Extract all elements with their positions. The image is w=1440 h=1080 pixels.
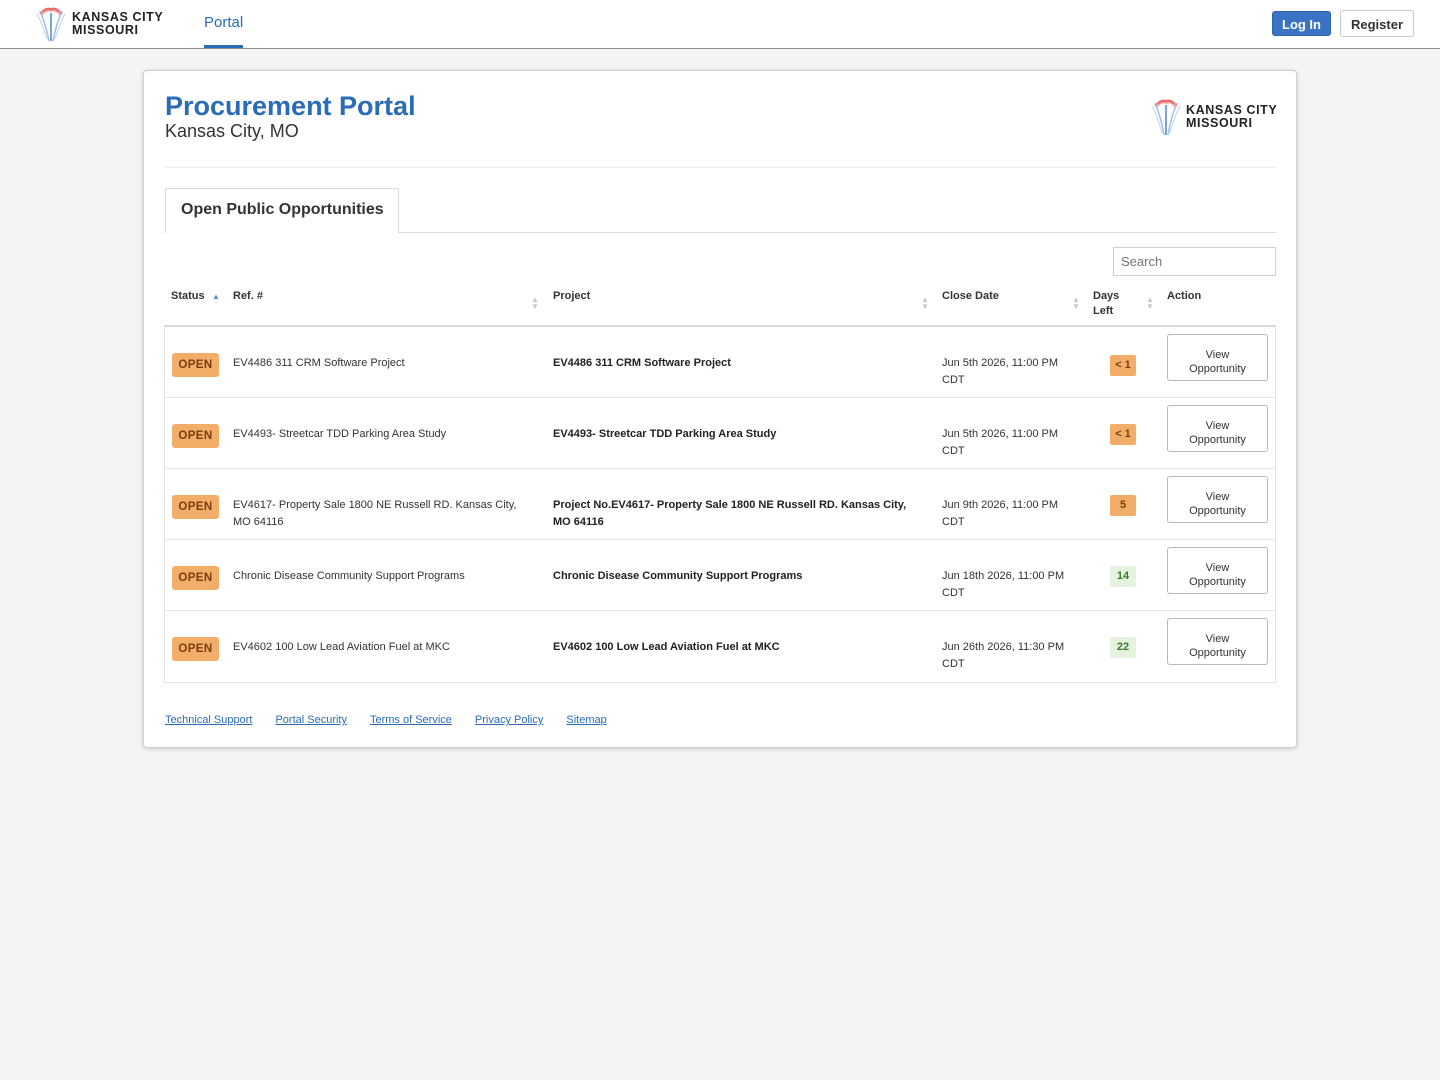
ref-number: EV4602 100 Low Lead Aviation Fuel at MKC	[233, 641, 450, 653]
table-row: OPEN EV4486 311 CRM Software Project EV4…	[165, 327, 1275, 398]
close-date-line2: CDT	[942, 445, 965, 457]
header-divider	[165, 167, 1276, 168]
button-line2: Opportunity	[1189, 646, 1246, 659]
procurement-card: Procurement Portal Kansas City, MO KANSA…	[143, 70, 1297, 748]
view-opportunity-button[interactable]: View Opportunity	[1167, 405, 1268, 452]
footer-link-sitemap[interactable]: Sitemap	[566, 714, 606, 726]
close-date: Jun 9th 2026, 11:00 PM CDT	[942, 497, 1092, 531]
brand-logo[interactable]: KANSAS CITY MISSOURI	[36, 5, 163, 43]
days-left-badge: 14	[1110, 566, 1136, 587]
button-line2: Opportunity	[1189, 362, 1246, 375]
opportunities-table: Status ▲ Ref. # ▲ ▼ Project ▲ ▼ Close Date…	[164, 281, 1276, 683]
close-date-line2: CDT	[942, 516, 965, 528]
close-date-line1: Jun 5th 2026, 11:00 PM	[942, 428, 1058, 440]
button-line1: View	[1205, 632, 1230, 645]
days-left-line2: Left	[1093, 305, 1114, 317]
tab-open-public-opportunities[interactable]: Open Public Opportunities	[165, 188, 399, 233]
footer-links: Technical Support Portal Security Terms …	[165, 714, 607, 726]
logo-line2: MISSOURI	[1186, 116, 1253, 130]
project-name: Chronic Disease Community Support Progra…	[553, 570, 803, 582]
column-header-action: Action	[1167, 290, 1202, 302]
close-date-line2: CDT	[942, 374, 965, 386]
brand-line2: MISSOURI	[72, 23, 139, 37]
page-title: Procurement Portal	[165, 91, 416, 121]
footer-link-portal-security[interactable]: Portal Security	[275, 714, 347, 726]
login-button[interactable]: Log In	[1272, 11, 1331, 36]
sort-both-icon[interactable]: ▲ ▼	[1072, 296, 1080, 311]
close-date-line2: CDT	[942, 587, 965, 599]
ref-number: EV4486 311 CRM Software Project	[233, 357, 405, 369]
days-left-badge: 5	[1110, 495, 1136, 516]
close-date-line1: Jun 26th 2026, 11:30 PM	[942, 641, 1065, 653]
search-input[interactable]	[1113, 247, 1276, 276]
fountain-logo-icon	[1151, 99, 1181, 136]
close-date: Jun 5th 2026, 11:00 PM CDT	[942, 355, 1092, 389]
fountain-logo-icon	[36, 7, 66, 42]
footer-link-technical-support[interactable]: Technical Support	[165, 714, 252, 726]
column-header-days-left[interactable]: Days Left	[1093, 289, 1119, 319]
button-line2: Opportunity	[1189, 433, 1246, 446]
status-badge: OPEN	[172, 495, 219, 519]
project-name: EV4486 311 CRM Software Project	[553, 357, 731, 369]
close-date: Jun 5th 2026, 11:00 PM CDT	[942, 426, 1092, 460]
days-left-badge: 22	[1110, 637, 1136, 658]
tab-underline	[399, 232, 1276, 233]
register-button[interactable]: Register	[1340, 10, 1414, 37]
button-line2: Opportunity	[1189, 504, 1246, 517]
sort-both-icon[interactable]: ▲ ▼	[921, 296, 929, 311]
table-header: Status ▲ Ref. # ▲ ▼ Project ▲ ▼ Close Date…	[164, 281, 1276, 327]
page-subtitle: Kansas City, MO	[165, 121, 299, 141]
status-badge: OPEN	[172, 424, 219, 448]
close-date-line1: Jun 18th 2026, 11:00 PM	[942, 570, 1065, 582]
view-opportunity-button[interactable]: View Opportunity	[1167, 547, 1268, 594]
footer-link-privacy-policy[interactable]: Privacy Policy	[475, 714, 543, 726]
view-opportunity-button[interactable]: View Opportunity	[1167, 476, 1268, 523]
button-line2: Opportunity	[1189, 575, 1246, 588]
project-name: EV4493- Streetcar TDD Parking Area Study	[553, 428, 777, 440]
close-date-line1: Jun 5th 2026, 11:00 PM	[942, 357, 1058, 369]
button-line1: View	[1205, 490, 1230, 503]
close-date-line2: CDT	[942, 658, 965, 670]
status-badge: OPEN	[172, 637, 219, 661]
table-row: OPEN EV4602 100 Low Lead Aviation Fuel a…	[165, 611, 1275, 682]
column-header-close-date[interactable]: Close Date	[942, 289, 999, 304]
status-badge: OPEN	[172, 566, 219, 590]
sort-both-icon[interactable]: ▲ ▼	[1146, 296, 1154, 311]
brand-text: KANSAS CITY MISSOURI	[72, 11, 163, 37]
nav-tab-portal[interactable]: Portal	[204, 0, 244, 48]
footer-link-terms-of-service[interactable]: Terms of Service	[370, 714, 452, 726]
button-line1: View	[1205, 348, 1230, 361]
days-left-badge: < 1	[1110, 424, 1136, 445]
view-opportunity-button[interactable]: View Opportunity	[1167, 618, 1268, 665]
sort-both-icon[interactable]: ▲ ▼	[531, 296, 539, 311]
table-body: OPEN EV4486 311 CRM Software Project EV4…	[164, 327, 1276, 683]
ref-number: EV4493- Streetcar TDD Parking Area Study	[233, 428, 447, 440]
column-header-status[interactable]: Status	[171, 289, 205, 304]
table-row: OPEN Chronic Disease Community Support P…	[165, 540, 1275, 611]
top-nav-bar: KANSAS CITY MISSOURI Portal Log In Regis…	[0, 0, 1440, 49]
project-name: Project No.EV4617- Property Sale 1800 NE…	[553, 499, 907, 528]
project-name: EV4602 100 Low Lead Aviation Fuel at MKC	[553, 641, 780, 653]
column-header-project[interactable]: Project	[553, 289, 590, 304]
days-left-line1: Days	[1093, 290, 1120, 302]
logo-text: KANSAS CITY MISSOURI	[1186, 104, 1277, 130]
table-row: OPEN EV4493- Streetcar TDD Parking Area …	[165, 398, 1275, 469]
table-row: OPEN EV4617- Property Sale 1800 NE Russe…	[165, 469, 1275, 540]
button-line1: View	[1205, 561, 1230, 574]
close-date: Jun 26th 2026, 11:30 PM CDT	[942, 639, 1092, 673]
days-left-badge: < 1	[1110, 355, 1136, 376]
status-badge: OPEN	[172, 353, 219, 377]
close-date: Jun 18th 2026, 11:00 PM CDT	[942, 568, 1092, 602]
city-logo: KANSAS CITY MISSOURI	[1151, 97, 1277, 137]
ref-number: Chronic Disease Community Support Progra…	[233, 570, 465, 582]
button-line1: View	[1205, 419, 1230, 432]
view-opportunity-button[interactable]: View Opportunity	[1167, 334, 1268, 381]
close-date-line1: Jun 9th 2026, 11:00 PM	[942, 499, 1058, 511]
column-header-ref[interactable]: Ref. #	[233, 289, 263, 304]
ref-number: EV4617- Property Sale 1800 NE Russell RD…	[233, 499, 517, 528]
sort-asc-icon[interactable]: ▲	[212, 293, 220, 301]
